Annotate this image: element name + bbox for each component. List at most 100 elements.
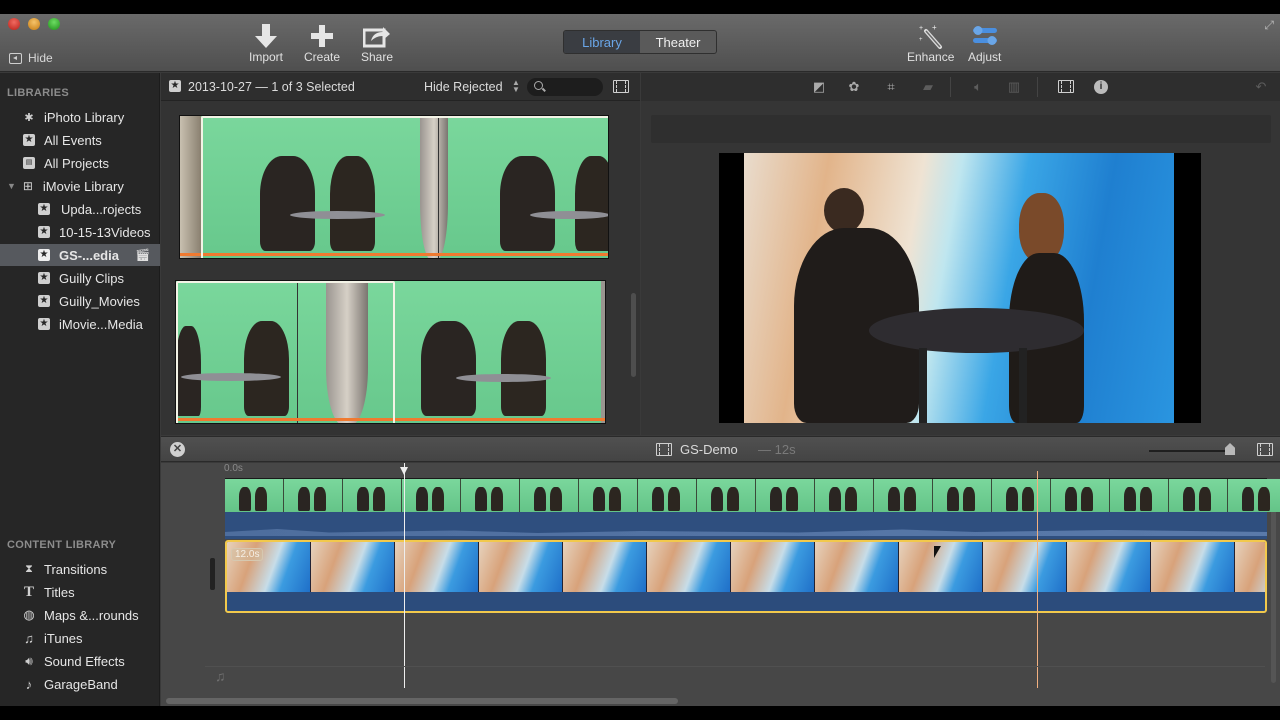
library-theater-toggle: Library Theater	[563, 30, 717, 54]
browser-scrollbar[interactable]	[631, 293, 636, 377]
share-button[interactable]: Share	[361, 22, 393, 64]
sidebar-item-label: Titles	[44, 584, 75, 600]
filmstrip-frame	[933, 479, 992, 512]
zoom-slider-knob[interactable]	[1225, 443, 1235, 455]
zoom-window-button[interactable]	[48, 18, 60, 30]
sidebar-item-all-events[interactable]: ★ All Events	[0, 129, 160, 151]
clip-frame	[601, 281, 605, 423]
filmstrip-frame	[479, 542, 563, 592]
timeline-horizontal-scrollbar[interactable]	[166, 698, 678, 704]
sidebar-item-all-projects[interactable]: ▤ All Projects	[0, 152, 160, 174]
sidebar-item-event[interactable]: ★ Guilly_Movies	[0, 290, 160, 312]
frame-person	[475, 487, 487, 511]
sidebar-item-iphoto-library[interactable]: ✱ iPhoto Library	[0, 106, 160, 128]
timeline-zoom-slider[interactable]	[1149, 450, 1231, 452]
timeline-vertical-scrollbar[interactable]	[1271, 483, 1276, 683]
filmstrip-frame	[1235, 542, 1265, 592]
skimmer-line[interactable]	[404, 463, 405, 688]
filmstrip-frame	[992, 479, 1051, 512]
color-balance-icon[interactable]: ◩	[811, 79, 827, 95]
frame-person	[770, 487, 782, 511]
project-film-icon	[656, 443, 672, 456]
star-icon: ★	[23, 134, 35, 146]
updown-arrows-icon: ▲ ▼	[512, 78, 520, 94]
sidebar-item-event-selected[interactable]: ★ GS-...edia 🎬︎	[0, 244, 160, 266]
background-music-well[interactable]	[205, 666, 1265, 688]
adjustment-info-bar	[651, 115, 1271, 143]
minimize-window-button[interactable]	[28, 18, 40, 30]
search-icon	[534, 81, 543, 90]
speaker-icon: 🔊︎	[25, 653, 33, 668]
playhead-marker[interactable]	[400, 467, 408, 475]
clip-filmstrip[interactable]	[179, 115, 609, 259]
sidebar-item-imovie-library[interactable]: ▼ ⊞ iMovie Library	[0, 175, 160, 197]
stabilization-icon[interactable]: ▰	[920, 79, 936, 95]
enhance-button[interactable]: + + + Enhance	[907, 22, 954, 64]
magic-wand-icon: + + +	[918, 22, 944, 50]
guitar-icon: ♪	[25, 676, 33, 692]
filmstrip-frame	[815, 479, 874, 512]
close-project-button[interactable]: ✕	[170, 442, 185, 457]
sidebar-item-transitions[interactable]: ⧗ Transitions	[0, 558, 160, 580]
disclosure-triangle-icon[interactable]: ▼	[7, 181, 16, 191]
sidebar-item-itunes[interactable]: ♫ iTunes	[0, 627, 160, 649]
playhead-line[interactable]	[1037, 471, 1038, 688]
volume-icon[interactable]: 🔈︎	[970, 79, 986, 95]
clip-frame	[421, 321, 476, 416]
filmstrip-frame	[1228, 479, 1280, 512]
frame-person	[534, 487, 546, 511]
selection-frame	[176, 281, 395, 423]
timeline[interactable]: 0.0s 12.0s ♫	[161, 463, 1280, 706]
sidebar-item-event[interactable]: ★ iMovie...Media	[0, 313, 160, 335]
close-window-button[interactable]	[8, 18, 20, 30]
clip-filmstrip[interactable]	[175, 280, 606, 424]
info-icon[interactable]: i	[1093, 79, 1109, 95]
create-button[interactable]: Create	[304, 22, 340, 64]
sidebar-item-label: Upda...rojects	[61, 201, 142, 217]
filter-popup[interactable]: Hide Rejected	[424, 80, 503, 94]
sidebar-item-label: All Projects	[44, 155, 110, 171]
filmstrip-frame	[756, 479, 815, 512]
frame-person	[727, 487, 739, 511]
sidebar-item-label: All Events	[44, 132, 102, 148]
adjust-sliders-icon	[972, 22, 998, 50]
sidebar-item-sound-effects[interactable]: 🔊︎ Sound Effects	[0, 650, 160, 672]
sidebar-item-maps-backgrounds[interactable]: ◍ Maps &...rounds	[0, 604, 160, 626]
frame-person	[373, 487, 385, 511]
titles-icon: T	[23, 583, 34, 600]
filmstrip-frame	[284, 479, 343, 512]
adjust-button[interactable]: Adjust	[968, 22, 1001, 64]
frame-person	[1065, 487, 1077, 511]
clip-appearance-icon[interactable]	[613, 80, 629, 93]
sidebar-item-garageband[interactable]: ♪ GarageBand	[0, 673, 160, 695]
libraries-heading: LIBRARIES	[7, 87, 69, 99]
tab-theater[interactable]: Theater	[640, 31, 716, 53]
svg-text:+: +	[932, 23, 937, 32]
clip-frame	[180, 116, 201, 258]
sidebar-item-event[interactable]: ★ 10-15-13Videos	[0, 221, 160, 243]
filmstrip-frame	[899, 542, 983, 592]
green-screen-cutaway-clip[interactable]: 12.0s	[225, 540, 1267, 613]
sidebar-item-event[interactable]: ★ Upda...rojects	[0, 198, 160, 220]
fullscreen-icon[interactable]: ⤢	[1264, 18, 1274, 33]
timeline-settings-icon[interactable]	[1257, 443, 1273, 456]
filmstrip-frame	[647, 542, 731, 592]
video-preview[interactable]	[719, 153, 1201, 423]
tab-library[interactable]: Library	[564, 31, 640, 53]
track-handle[interactable]	[210, 558, 215, 590]
equalizer-icon[interactable]: ▥	[1006, 79, 1022, 95]
import-button[interactable]: Import	[249, 22, 283, 64]
crop-icon[interactable]: ⌗	[883, 79, 899, 95]
globe-icon: ◍	[23, 607, 35, 622]
sidebar-item-event[interactable]: ★ Guilly Clips	[0, 267, 160, 289]
selection-frame	[201, 116, 608, 258]
revert-icon[interactable]: ↶	[1253, 79, 1269, 95]
clip-frame	[501, 321, 546, 416]
sidebar-item-titles[interactable]: T Titles	[0, 581, 160, 603]
clip-filter-icon[interactable]	[1058, 80, 1074, 93]
search-field[interactable]	[527, 78, 603, 96]
primary-video-clip[interactable]	[225, 478, 1280, 512]
content-library-heading: CONTENT LIBRARY	[7, 539, 117, 551]
color-correction-icon[interactable]: ✿	[846, 79, 862, 95]
hide-sidebar-button[interactable]: Hide	[9, 51, 53, 65]
